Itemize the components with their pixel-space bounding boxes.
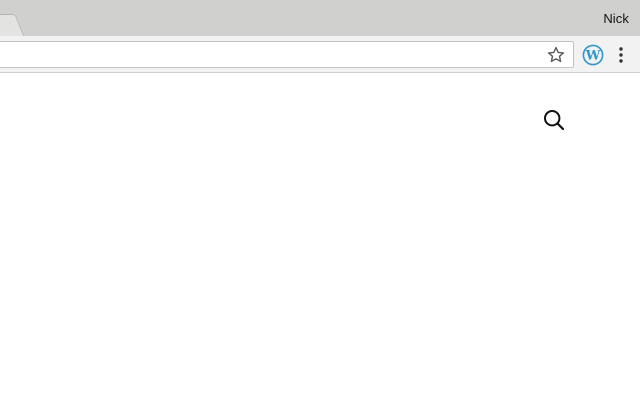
page-content [0,73,640,400]
browser-tab[interactable] [0,14,25,37]
tab-strip: Nick [0,0,640,37]
browser-window: Nick W [0,0,640,400]
more-vertical-icon[interactable] [612,45,630,65]
search-icon[interactable] [541,107,567,133]
browser-toolbar [0,36,640,73]
star-icon[interactable] [546,45,566,65]
wordpress-icon[interactable]: W [582,44,604,66]
profile-name-button[interactable]: Nick [603,11,629,26]
address-bar[interactable] [0,41,574,68]
svg-text:W: W [585,49,601,64]
